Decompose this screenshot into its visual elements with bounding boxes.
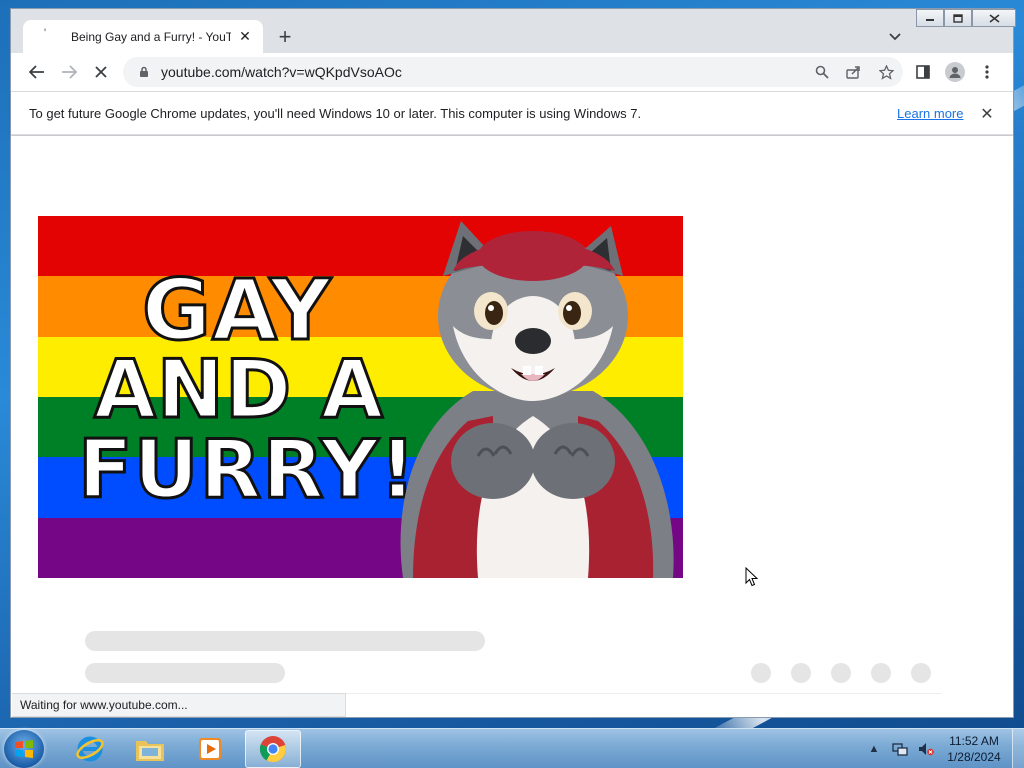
browser-tab[interactable]: ' Being Gay and a Furry! - YouTube ✕ xyxy=(23,20,263,53)
show-hidden-icons-icon[interactable]: ▲ xyxy=(866,741,882,757)
close-window-button[interactable] xyxy=(972,9,1016,27)
windows-logo-icon xyxy=(15,740,33,758)
chrome-window: ' Being Gay and a Furry! - YouTube ✕ + xyxy=(10,8,1016,718)
show-desktop-button[interactable] xyxy=(1012,729,1024,768)
loading-spinner-icon: ' xyxy=(43,25,47,40)
tab-title: Being Gay and a Furry! - YouTube xyxy=(71,29,231,44)
media-player-icon xyxy=(199,738,221,760)
arrow-left-icon xyxy=(29,65,44,79)
minimize-button[interactable] xyxy=(916,9,944,27)
channel-placeholder xyxy=(85,663,285,683)
more-menu-icon[interactable] xyxy=(975,60,999,84)
action-placeholder xyxy=(751,663,771,683)
bookmark-star-icon[interactable] xyxy=(875,61,897,83)
action-placeholder xyxy=(911,663,931,683)
window-controls xyxy=(916,9,1016,27)
thumbnail-text-line-1: GAY xyxy=(141,261,333,359)
close-icon xyxy=(989,13,999,23)
forward-button[interactable] xyxy=(57,60,81,84)
thumbnail-text-line-2: AND A xyxy=(92,343,385,436)
action-placeholder xyxy=(871,663,891,683)
volume-muted-icon[interactable] xyxy=(918,741,934,757)
status-bubble: Waiting for www.youtube.com... xyxy=(12,693,346,717)
network-icon[interactable] xyxy=(892,741,908,757)
thumbnail-text-line-3: FURRY! xyxy=(77,423,418,516)
arrow-right-icon xyxy=(62,65,77,79)
clock-time: 11:52 AM xyxy=(949,734,999,748)
mouse-cursor-icon xyxy=(745,567,759,587)
side-panel-icon[interactable] xyxy=(911,60,935,84)
restore-icon xyxy=(953,13,963,23)
title-placeholder xyxy=(85,631,485,651)
tab-strip: ' Being Gay and a Furry! - YouTube ✕ + xyxy=(11,9,1016,53)
action-placeholder xyxy=(791,663,811,683)
infobar-close-icon[interactable]: ✕ xyxy=(977,104,997,124)
google-chrome-button[interactable] xyxy=(245,730,301,768)
restore-button[interactable] xyxy=(944,9,972,27)
internet-explorer-icon xyxy=(76,736,104,762)
lock-icon[interactable] xyxy=(137,65,151,79)
chrome-icon xyxy=(259,736,286,763)
stop-x-icon xyxy=(95,66,107,78)
folder-icon xyxy=(136,741,164,761)
tab-close-icon[interactable]: ✕ xyxy=(237,28,253,45)
avatar-icon xyxy=(945,62,965,82)
action-placeholder xyxy=(831,663,851,683)
video-thumbnail[interactable]: GAY AND A FURRY! xyxy=(38,216,683,578)
tab-search-button[interactable] xyxy=(883,25,907,49)
share-icon[interactable] xyxy=(843,61,865,83)
fursuit-mascot-image xyxy=(400,221,674,578)
update-infobar: To get future Google Chrome updates, you… xyxy=(11,91,1013,135)
page-content: GAY AND A FURRY! xyxy=(11,136,1013,717)
stop-loading-button[interactable] xyxy=(89,60,113,84)
minimize-icon xyxy=(926,19,934,21)
url-text[interactable]: youtube.com/watch?v=wQKpdVsoAOc xyxy=(161,64,402,80)
profile-button[interactable] xyxy=(943,60,967,84)
media-player-button[interactable] xyxy=(182,730,238,768)
internet-explorer-button[interactable] xyxy=(62,730,118,768)
address-bar[interactable]: youtube.com/watch?v=wQKpdVsoAOc xyxy=(123,57,903,87)
toolbar-right xyxy=(911,60,999,84)
infobar-message: To get future Google Chrome updates, you… xyxy=(29,105,642,121)
back-button[interactable] xyxy=(25,60,49,84)
system-tray: ▲ xyxy=(866,729,934,768)
chevron-down-icon xyxy=(889,33,901,41)
clock[interactable]: 11:52 AM 1/28/2024 xyxy=(940,733,1008,765)
new-tab-button[interactable]: + xyxy=(273,24,297,49)
browser-toolbar: youtube.com/watch?v=wQKpdVsoAOc xyxy=(11,53,1013,91)
zoom-search-icon[interactable] xyxy=(811,61,833,83)
taskbar: ▲ 11:52 AM 1/28/2024 xyxy=(0,728,1024,768)
learn-more-link[interactable]: Learn more xyxy=(897,106,963,121)
clock-date: 1/28/2024 xyxy=(947,750,1001,764)
omnibox-actions xyxy=(811,61,897,83)
windows-explorer-button[interactable] xyxy=(122,730,178,768)
start-button[interactable] xyxy=(4,730,44,768)
